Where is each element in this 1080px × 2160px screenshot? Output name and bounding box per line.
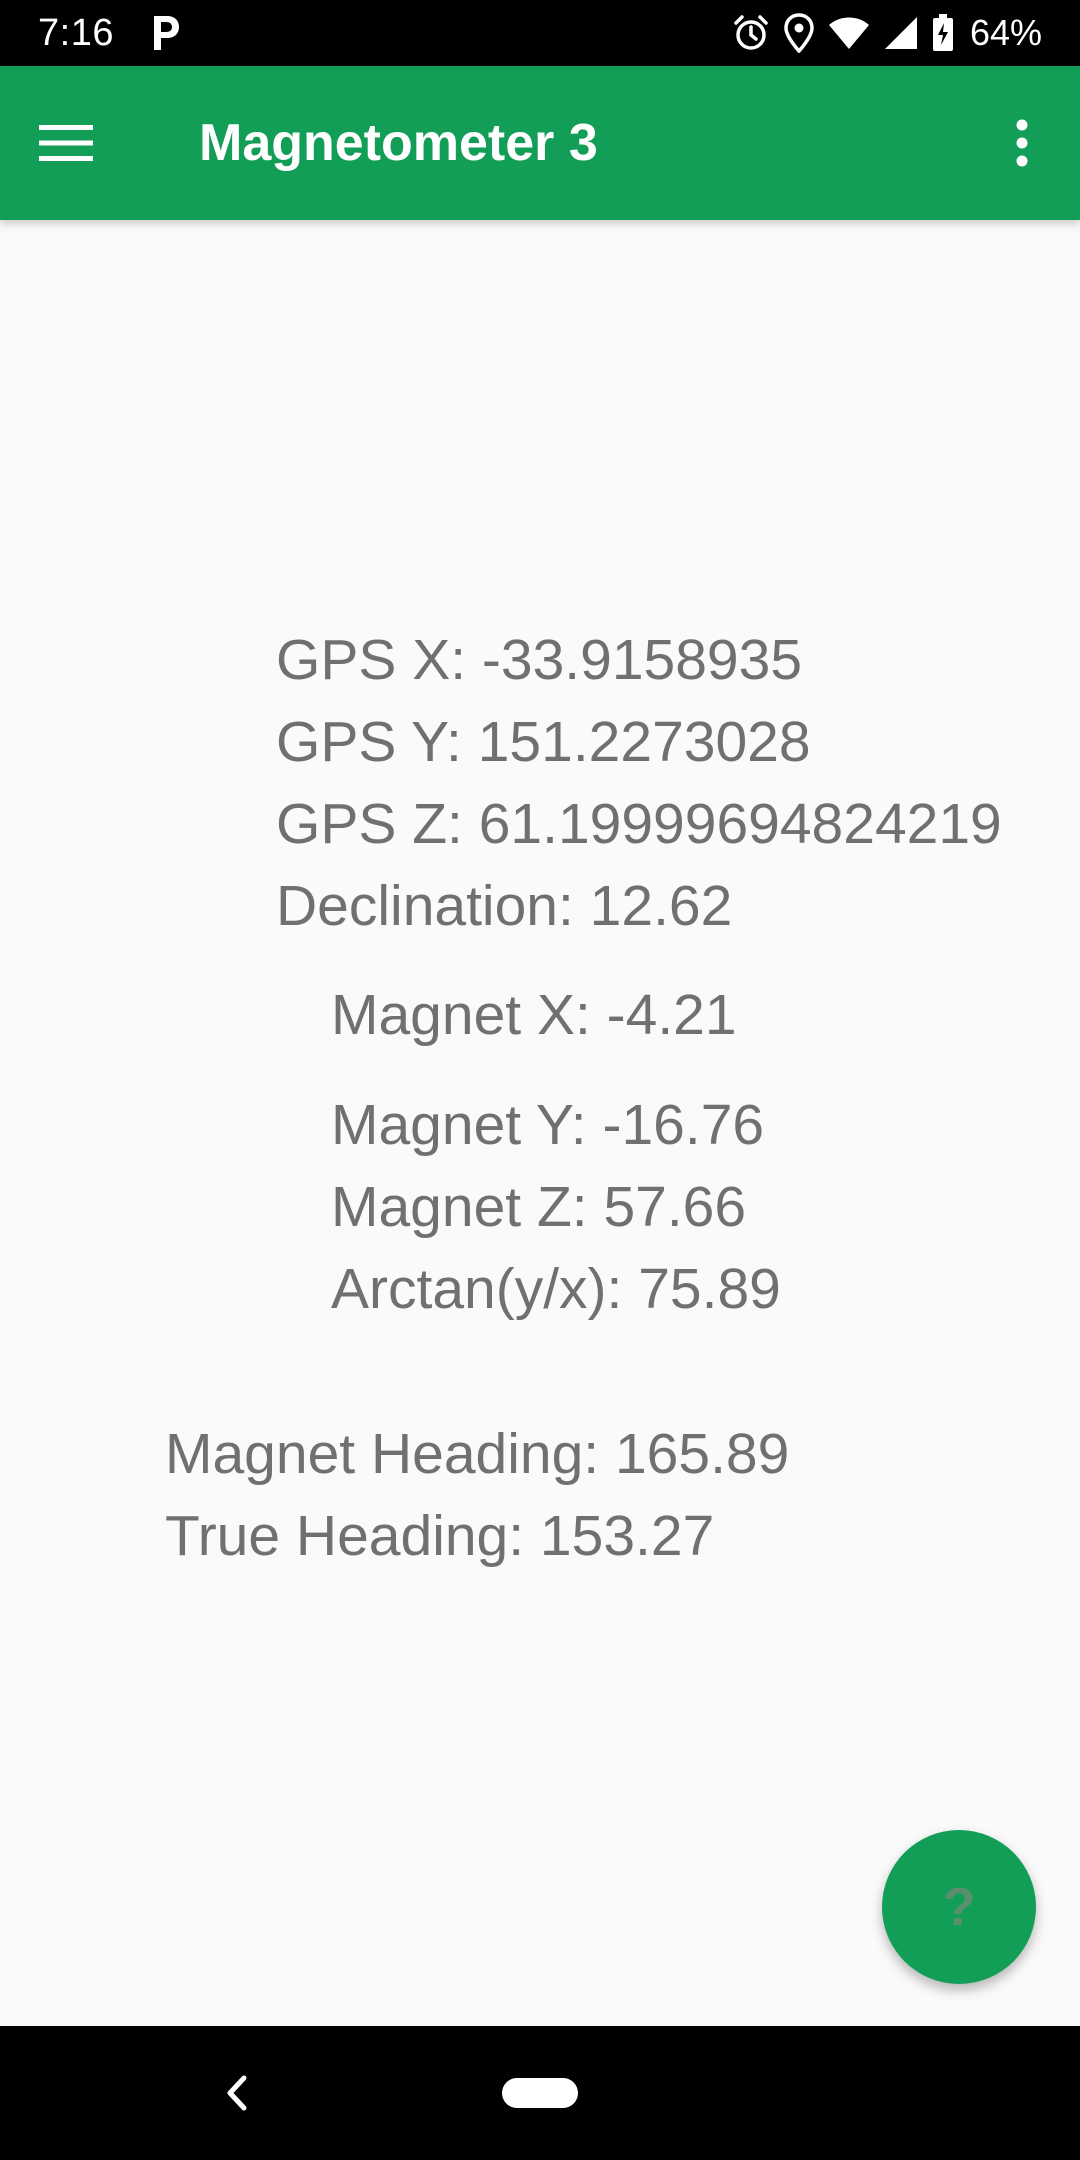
signal-icon <box>884 17 917 49</box>
menu-icon <box>39 125 93 161</box>
help-fab-label: ? <box>942 1877 976 1937</box>
alarm-icon <box>734 15 768 50</box>
magnet-heading-readout: Magnet Heading: 165.89 <box>165 1422 790 1486</box>
navigation-bar <box>0 2026 1080 2160</box>
magnet-y-readout: Magnet Y: -16.76 <box>331 1093 765 1157</box>
parking-icon <box>154 16 179 50</box>
gps-y-readout: GPS Y: 151.2273028 <box>276 710 811 774</box>
declination-readout: Declination: 12.62 <box>276 874 733 938</box>
gps-z-readout: GPS Z: 61.19999694824219 <box>276 792 1002 856</box>
overflow-menu-button[interactable] <box>986 107 1058 179</box>
true-heading-readout: True Heading: 153.27 <box>165 1504 715 1568</box>
wifi-icon <box>828 17 869 49</box>
magnet-x-readout: Magnet X: -4.21 <box>331 983 737 1047</box>
battery-icon <box>932 14 953 51</box>
gps-x-readout: GPS X: -33.9158935 <box>276 628 803 692</box>
status-icons: 64% <box>732 10 1042 56</box>
status-bar: 7:16 64% <box>0 0 1080 66</box>
app-title: Magnetometer 3 <box>199 114 598 172</box>
help-fab[interactable]: ? <box>882 1830 1036 1984</box>
battery-percentage: 64% <box>969 12 1042 53</box>
home-pill[interactable] <box>502 2078 578 2108</box>
magnet-z-readout: Magnet Z: 57.66 <box>331 1175 747 1239</box>
arctan-readout: Arctan(y/x): 75.89 <box>331 1257 781 1321</box>
more-vert-icon <box>1016 119 1028 167</box>
menu-button[interactable] <box>30 107 102 179</box>
app-bar: Magnetometer 3 <box>0 66 1080 220</box>
location-icon <box>784 13 814 53</box>
status-time: 7:16 <box>38 12 114 54</box>
back-icon[interactable] <box>214 2068 258 2118</box>
